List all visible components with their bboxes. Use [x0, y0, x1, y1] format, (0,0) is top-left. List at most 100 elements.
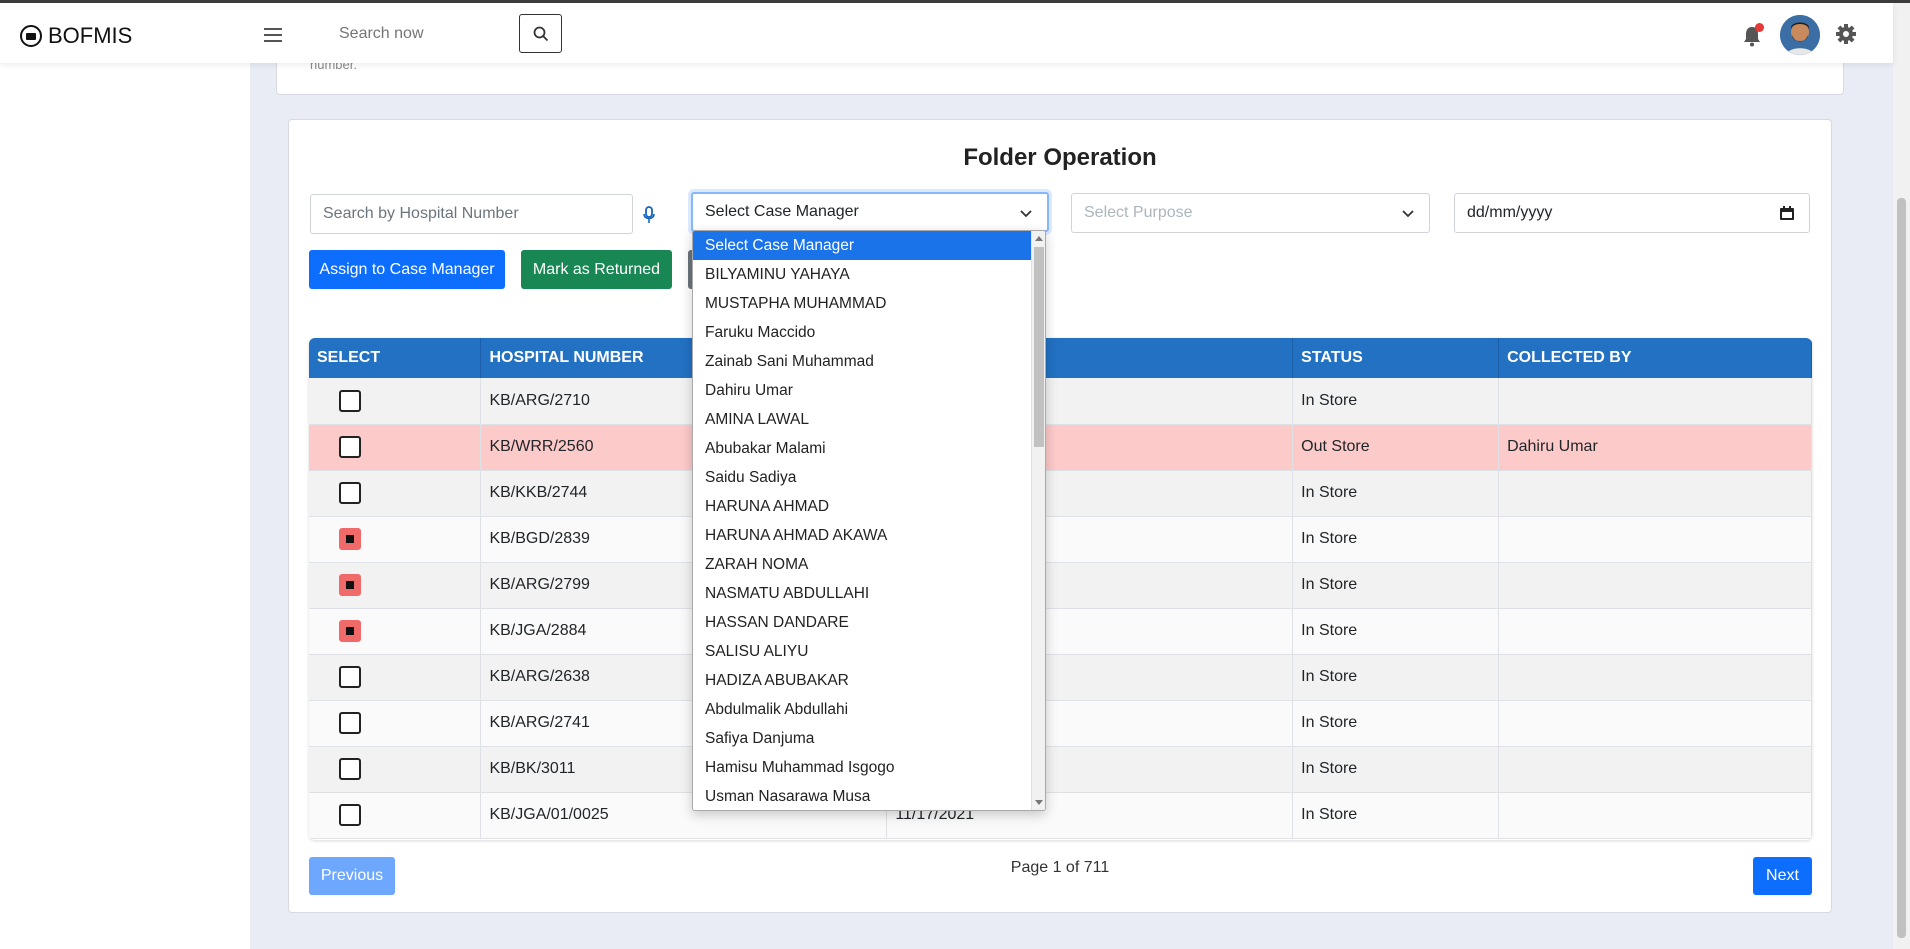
chevron-down-icon — [1402, 210, 1414, 218]
table-row: KB/ARG/2799 In Store — [309, 562, 1812, 609]
table-row: KB/BK/3011 In Store — [309, 746, 1812, 793]
table-row: KB/WRR/2560 Out Store Dahiru Umar — [309, 424, 1812, 471]
user-avatar[interactable] — [1780, 15, 1820, 55]
nav-search-input[interactable] — [339, 25, 499, 43]
case-manager-option[interactable]: HADIZA ABUBAKAR — [693, 666, 1031, 695]
case-manager-option[interactable]: SALISU ALIYU — [693, 637, 1031, 666]
page-scroll-thumb[interactable] — [1897, 198, 1906, 938]
collected-by-cell: Dahiru Umar — [1498, 424, 1812, 471]
sidebar — [0, 63, 250, 949]
folder-operation-card: Folder Operation Select Case Manager Sel… — [288, 119, 1832, 913]
next-button[interactable]: Next — [1753, 857, 1812, 895]
select-cell — [309, 654, 482, 701]
row-checkbox[interactable] — [339, 389, 361, 412]
case-manager-dropdown-list: Select Case Manager BILYAMINU YAHAYA MUSTA… — [692, 230, 1046, 811]
case-manager-option[interactable]: AMINA LAWAL — [693, 405, 1031, 434]
status-cell: In Store — [1292, 470, 1500, 517]
collected-by-cell — [1498, 654, 1812, 701]
header-collected-by: COLLECTED BY — [1498, 338, 1812, 378]
date-input[interactable]: dd/mm/yyyy — [1454, 193, 1810, 233]
assign-case-manager-button[interactable]: Assign to Case Manager — [309, 250, 505, 289]
case-manager-option[interactable]: BILYAMINU YAHAYA — [693, 260, 1031, 289]
case-manager-option[interactable]: Abdulmalik Abdullahi — [693, 695, 1031, 724]
microphone-icon[interactable] — [643, 206, 655, 224]
row-checkbox[interactable] — [339, 804, 361, 826]
scroll-thumb[interactable] — [1034, 247, 1044, 447]
status-cell: In Store — [1292, 608, 1500, 655]
case-manager-option[interactable]: Hamisu Muhammad Isgogo — [693, 753, 1031, 782]
case-manager-option[interactable]: Safiya Danjuma — [693, 724, 1031, 753]
collected-by-cell — [1498, 700, 1812, 747]
status-cell: In Store — [1292, 562, 1500, 609]
table-row: KB/ARG/2638 In Store — [309, 654, 1812, 701]
purpose-select[interactable]: Select Purpose — [1071, 193, 1430, 233]
case-manager-option[interactable]: ZARAH NOMA — [693, 550, 1031, 579]
case-manager-option[interactable]: HARUNA AHMAD AKAWA — [693, 521, 1031, 550]
collected-by-cell — [1498, 746, 1812, 793]
status-cell: In Store — [1292, 792, 1500, 839]
case-manager-option[interactable]: Usman Nasarawa Musa — [693, 782, 1031, 810]
row-checkbox[interactable] — [339, 620, 361, 642]
table-row: KB/KKB/2744 In Store — [309, 470, 1812, 517]
case-manager-option[interactable]: NASMATU ABDULLAHI — [693, 579, 1031, 608]
case-manager-option[interactable]: MUSTAPHA MUHAMMAD — [693, 289, 1031, 318]
status-cell: In Store — [1292, 378, 1500, 425]
case-manager-option[interactable]: Faruku Maccido — [693, 318, 1031, 347]
row-checkbox[interactable] — [339, 436, 361, 458]
notification-dot — [1755, 23, 1764, 32]
select-cell — [309, 516, 482, 563]
calendar-icon[interactable] — [1779, 205, 1795, 221]
select-cell — [309, 792, 482, 839]
status-cell: In Store — [1292, 700, 1500, 747]
select-cell — [309, 746, 482, 793]
search-icon — [533, 26, 548, 41]
notification-bell-icon[interactable] — [1742, 23, 1764, 47]
page-scrollbar[interactable] — [1893, 3, 1910, 949]
table-row: KB/JGA/2884 In Store — [309, 608, 1812, 655]
collected-by-cell — [1498, 792, 1812, 839]
dropdown-scrollbar[interactable] — [1031, 231, 1045, 810]
select-cell — [309, 424, 482, 471]
folders-table: SELECT HOSPITAL NUMBER STATUS COLLECTED … — [309, 338, 1812, 840]
top-navbar: BOFMIS — [0, 3, 1893, 63]
collected-by-cell — [1498, 562, 1812, 609]
scroll-down-arrow-icon[interactable] — [1035, 800, 1043, 805]
date-input-value: dd/mm/yyyy — [1467, 204, 1553, 221]
brand[interactable]: BOFMIS — [20, 23, 132, 49]
scroll-up-arrow-icon[interactable] — [1035, 236, 1043, 241]
row-checkbox[interactable] — [339, 712, 361, 734]
brand-name: BOFMIS — [48, 23, 133, 48]
hospital-number-search-input[interactable] — [310, 194, 633, 234]
case-manager-option[interactable]: HARUNA AHMAD — [693, 492, 1031, 521]
select-cell — [309, 608, 482, 655]
chevron-down-icon — [1020, 210, 1032, 218]
select-cell — [309, 470, 482, 517]
collected-by-cell — [1498, 378, 1812, 425]
table-row: KB/ARG/2741 In Store — [309, 700, 1812, 747]
purpose-select-value: Select Purpose — [1084, 204, 1193, 221]
nav-search-button[interactable] — [519, 14, 562, 53]
row-checkbox[interactable] — [339, 482, 361, 504]
row-checkbox[interactable] — [339, 574, 361, 596]
mark-returned-button[interactable]: Mark as Returned — [521, 250, 672, 289]
select-cell — [309, 562, 482, 609]
case-manager-option[interactable]: Zainab Sani Muhammad — [693, 347, 1031, 376]
gear-icon[interactable] — [1835, 23, 1857, 45]
page-info: Page 1 of 711 — [1010, 859, 1110, 876]
menu-icon[interactable] — [264, 28, 282, 42]
select-cell — [309, 378, 482, 425]
row-checkbox[interactable] — [339, 758, 361, 780]
table-row: KB/ARG/2710 In Store — [309, 378, 1812, 425]
case-manager-option[interactable]: Select Case Manager — [693, 231, 1031, 260]
row-checkbox[interactable] — [339, 666, 361, 688]
case-manager-option[interactable]: HASSAN DANDARE — [693, 608, 1031, 637]
header-status: STATUS — [1292, 338, 1500, 378]
case-manager-option[interactable]: Abubakar Malami — [693, 434, 1031, 463]
table-row: KB/BGD/2839 In Store — [309, 516, 1812, 563]
case-manager-select[interactable]: Select Case Manager — [691, 192, 1049, 232]
header-select: SELECT — [309, 338, 482, 378]
row-checkbox[interactable] — [339, 528, 361, 550]
case-manager-option[interactable]: Dahiru Umar — [693, 376, 1031, 405]
folder-logo-icon — [20, 25, 42, 47]
case-manager-option[interactable]: Saidu Sadiya — [693, 463, 1031, 492]
